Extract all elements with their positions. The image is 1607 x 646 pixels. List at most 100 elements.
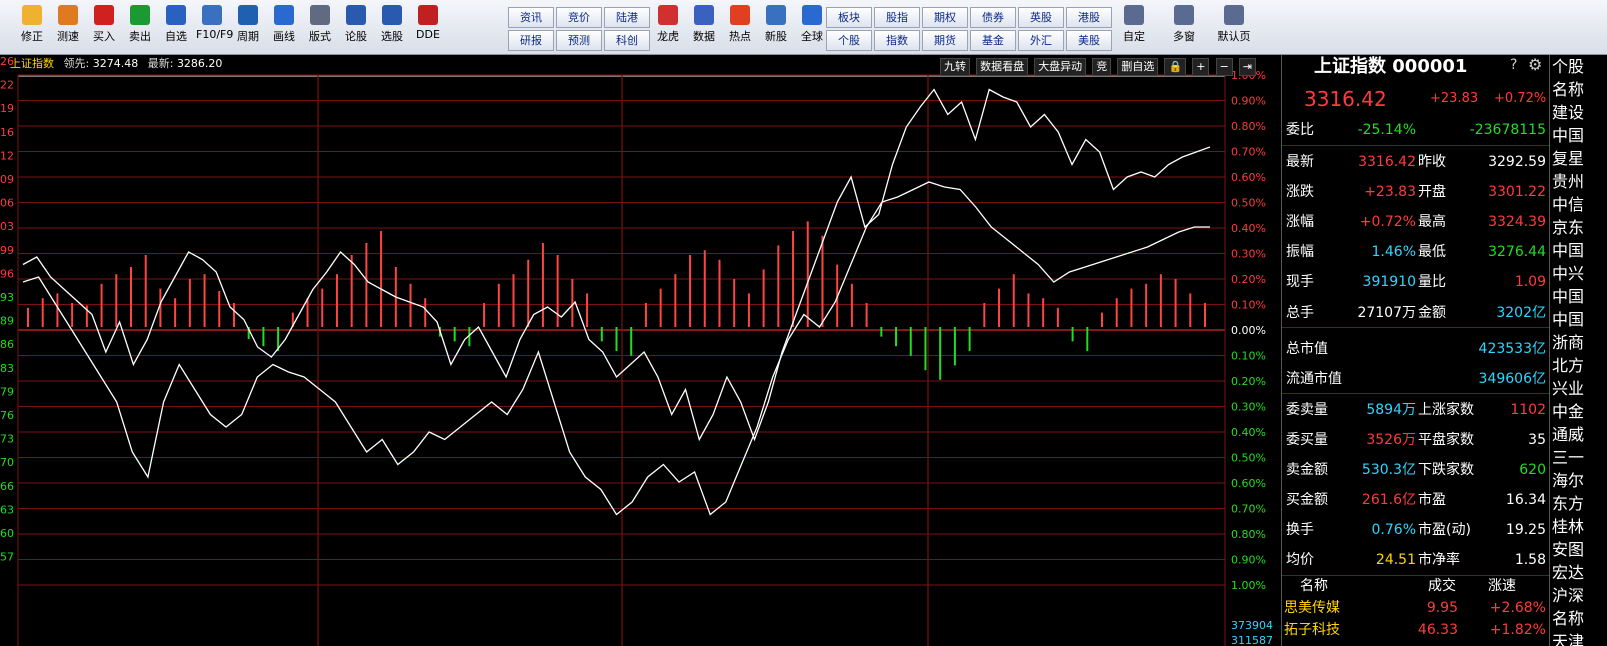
toolbar-button-5[interactable]: F10/F9 [196,3,233,51]
help-icon[interactable]: ? [1510,57,1517,73]
toolbar-button-1[interactable]: 测速 [52,3,84,51]
side-list-item[interactable]: 个股 [1550,55,1607,78]
toolbar3-button-0[interactable]: 自定 [1112,3,1156,51]
gear-icon[interactable]: ⚙ [1528,55,1542,74]
list-header-speed[interactable]: 涨速 [1488,575,1516,597]
toolbar2-button-2[interactable]: 热点 [724,3,756,51]
y-left-tick: 22 [0,79,14,92]
list-header[interactable]: 名称 成交 涨速 [1282,575,1550,597]
side-list-item[interactable]: 中金 [1550,400,1607,423]
toolbar-button-6[interactable]: 周期 [232,3,264,51]
toolbar-icon-8 [310,5,330,25]
tool-delete-watch[interactable]: 删自选 [1117,58,1159,76]
side-list-item[interactable]: 贵州 [1550,170,1607,193]
toolbar-button-4[interactable]: 自选 [160,3,192,51]
toolbar3-icon-0 [1124,5,1144,25]
side-list-item[interactable]: 中国 [1550,124,1607,147]
side-list-item[interactable]: 海尔 [1550,469,1607,492]
jump-end-icon[interactable]: ⇥ [1238,58,1257,76]
toolbar-button-9[interactable]: 论股 [340,3,372,51]
side-list-item[interactable]: 宏达 [1550,561,1607,584]
tool-auction[interactable]: 竞 [1092,58,1112,76]
side-list-item[interactable]: 天津 [1550,630,1607,646]
quick-link-tb-links2-b0[interactable]: 个股 [826,30,872,51]
side-list-item[interactable]: 中国 [1550,308,1607,331]
toolbar-button-11[interactable]: DDE [412,3,444,51]
list-item[interactable]: 拓子科技 46.33 +1.82% [1282,619,1550,641]
y-left-tick: 19 [0,102,14,115]
quote-value2-4: 3276.44 [1488,244,1546,260]
toolbar-label-6: 周期 [237,30,259,43]
toolbar2-button-1[interactable]: 数据 [688,3,720,51]
lock-icon[interactable]: 🔒 [1164,58,1187,76]
side-list-item[interactable]: 安图 [1550,538,1607,561]
toolbar2-icon-2 [730,5,750,25]
quick-link-tb-links2-b4[interactable]: 外汇 [1018,30,1064,51]
latest-label: 最新: [147,57,174,70]
quick-link-tb-links1-t1[interactable]: 竞价 [556,7,602,28]
side-list-item[interactable]: 复星 [1550,147,1607,170]
y-left-tick: 99 [0,244,14,257]
quick-link-tb-links1-b2[interactable]: 科创 [604,30,650,51]
toolbar-button-3[interactable]: 卖出 [124,3,156,51]
toolbar-button-7[interactable]: 画线 [268,3,300,51]
side-list-item[interactable]: 沪深 [1550,584,1607,607]
toolbar3-label-1: 多窗 [1173,30,1195,43]
quick-link-tb-links2-b1[interactable]: 指数 [874,30,920,51]
side-list-item[interactable]: 三一 [1550,446,1607,469]
quick-link-tb-links1-b0[interactable]: 研报 [508,30,554,51]
tool-market-alert[interactable]: 大盘异动 [1034,58,1087,76]
quick-link-tb-links1-b1[interactable]: 预测 [556,30,602,51]
quick-link-tb-links1-t2[interactable]: 陆港 [604,7,650,28]
toolbar3-button-2[interactable]: 默认页 [1212,3,1256,51]
quick-link-tb-links2-b3[interactable]: 基金 [970,30,1016,51]
toolbar-button-2[interactable]: 买入 [88,3,120,51]
intraday-chart[interactable]: 1.00% 0.90% 0.80% 0.70% 0.60% 0.50% 0.40% 0.30%… [0,55,1280,646]
side-list-item[interactable]: 北方 [1550,354,1607,377]
toolbar-button-10[interactable]: 选股 [376,3,408,51]
quote-title: 上证指数 000001 [1314,56,1468,77]
toolbar2-button-3[interactable]: 新股 [760,3,792,51]
toolbar-button-0[interactable]: 修正 [16,3,48,51]
y-right-tick: 0.10% [1231,299,1266,312]
toolbar3-button-1[interactable]: 多窗 [1162,3,1206,51]
side-list-item[interactable]: 中兴 [1550,262,1607,285]
toolbar-icon-11 [418,5,438,25]
quick-link-tb-links2-t0[interactable]: 板块 [826,7,872,28]
side-list-item[interactable]: 桂林 [1550,515,1607,538]
side-list-item[interactable]: 通威 [1550,423,1607,446]
side-list-item[interactable]: 中信 [1550,193,1607,216]
quick-link-tb-links1-t0[interactable]: 资讯 [508,7,554,28]
side-list-item[interactable]: 建设 [1550,101,1607,124]
list-header-name[interactable]: 名称 [1300,575,1328,597]
minus-icon[interactable]: − [1215,58,1233,76]
toolbar-icon-5 [202,5,222,25]
toolbar2-button-4[interactable]: 全球 [796,3,828,51]
side-list-item[interactable]: 京东 [1550,216,1607,239]
tool-data-view[interactable]: 数据看盘 [976,58,1029,76]
quick-link-tb-links2-t3[interactable]: 债券 [970,7,1016,28]
quick-link-tb-links2-b2[interactable]: 期货 [922,30,968,51]
plus-icon[interactable]: + [1192,58,1210,76]
side-list-item[interactable]: 名称 [1550,607,1607,630]
quick-link-tb-links2-b5[interactable]: 美股 [1066,30,1112,51]
toolbar-button-8[interactable]: 版式 [304,3,336,51]
quick-link-tb-links2-t2[interactable]: 期权 [922,7,968,28]
side-list-item[interactable]: 中国 [1550,239,1607,262]
tool-jiuzhuan[interactable]: 九转 [940,58,970,76]
side-list-item[interactable]: 兴业 [1550,377,1607,400]
side-list-item[interactable]: 东方 [1550,492,1607,515]
list-item[interactable]: 思美传媒 9.95 +2.68% [1282,597,1550,619]
quote-row-3: 涨幅 +0.72% 最高 3324.39 [1282,207,1550,237]
quick-link-tb-links2-t1[interactable]: 股指 [874,7,920,28]
toolbar2-button-0[interactable]: 龙虎 [652,3,684,51]
toolbar-label-2: 买入 [93,30,115,43]
quote-value2-2: 3301.22 [1488,184,1546,200]
side-list-item[interactable]: 中国 [1550,285,1607,308]
quick-link-tb-links2-t5[interactable]: 港股 [1066,7,1112,28]
side-list-item[interactable]: 名称 [1550,78,1607,101]
side-list-item[interactable]: 浙商 [1550,331,1607,354]
quote-value-14: 24.51 [1375,552,1416,568]
list-header-vol[interactable]: 成交 [1428,575,1456,597]
quick-link-tb-links2-t4[interactable]: 英股 [1018,7,1064,28]
